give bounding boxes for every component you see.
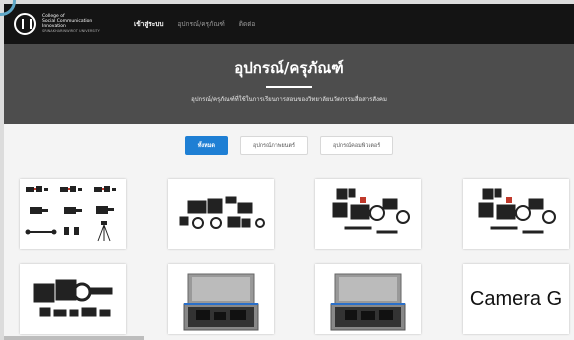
- filter-tabs: ทั้งหมด อุปกรณ์ภาพยนตร์ อุปกรณ์คอมพิวเตอ…: [4, 136, 574, 155]
- page-title: อุปกรณ์/ครุภัณฑ์: [234, 59, 344, 77]
- equipment-kit-image: [179, 196, 265, 229]
- equipment-card[interactable]: [168, 179, 274, 249]
- equipment-card[interactable]: [20, 179, 126, 249]
- filter-computer-equipment[interactable]: อุปกรณ์คอมพิวเตอร์: [319, 136, 394, 155]
- equipment-gallery: ทั้งหมด อุปกรณ์ภาพยนตร์ อุปกรณ์คอมพิวเตอ…: [4, 124, 574, 340]
- page-subtitle: อุปกรณ์/ครุภัณฑ์ที่ใช้ในการเรียนการสอนขอ…: [191, 96, 387, 103]
- college-logo[interactable]: College of Social Communication Innovati…: [14, 13, 112, 35]
- card-camera-label: Camera G: [469, 287, 563, 310]
- filter-all[interactable]: ทั้งหมด: [184, 136, 228, 155]
- filter-film-equipment[interactable]: อุปกรณ์ภาพยนตร์: [239, 136, 308, 155]
- nav-contact[interactable]: ติดต่อ: [239, 19, 256, 29]
- equipment-collage-image: [25, 186, 116, 242]
- equipment-case-image: [330, 273, 406, 331]
- logo-line-4: SRINAKHARINWIROT UNIVERSITY: [42, 29, 100, 33]
- camera-set-image: [33, 279, 113, 317]
- camera-rig-image: [478, 188, 556, 234]
- hero-banner: อุปกรณ์/ครุภัณฑ์ อุปกรณ์/ครุภัณฑ์ที่ใช้ใ…: [4, 44, 574, 124]
- nav-login[interactable]: เข้าสู่ระบบ: [134, 19, 164, 29]
- equipment-card[interactable]: [20, 264, 126, 334]
- logo-text: College of Social Communication Innovati…: [42, 14, 112, 34]
- title-underline: [266, 86, 312, 88]
- main-nav: เข้าสู่ระบบ อุปกรณ์/ครุภัณฑ์ ติดต่อ: [134, 19, 269, 29]
- equipment-card[interactable]: [315, 179, 421, 249]
- equipment-card[interactable]: [315, 264, 421, 334]
- camera-rig-image: [332, 188, 410, 234]
- equipment-card[interactable]: [463, 179, 569, 249]
- horizontal-scrollbar[interactable]: [4, 336, 144, 340]
- equipment-card[interactable]: [168, 264, 274, 334]
- nav-equipment[interactable]: อุปกรณ์/ครุภัณฑ์: [178, 19, 225, 29]
- equipment-case-image: [183, 273, 259, 331]
- top-navigation-bar: College of Social Communication Innovati…: [4, 4, 574, 44]
- logo-emblem-icon: [14, 13, 36, 35]
- equipment-card[interactable]: Camera G: [463, 264, 569, 334]
